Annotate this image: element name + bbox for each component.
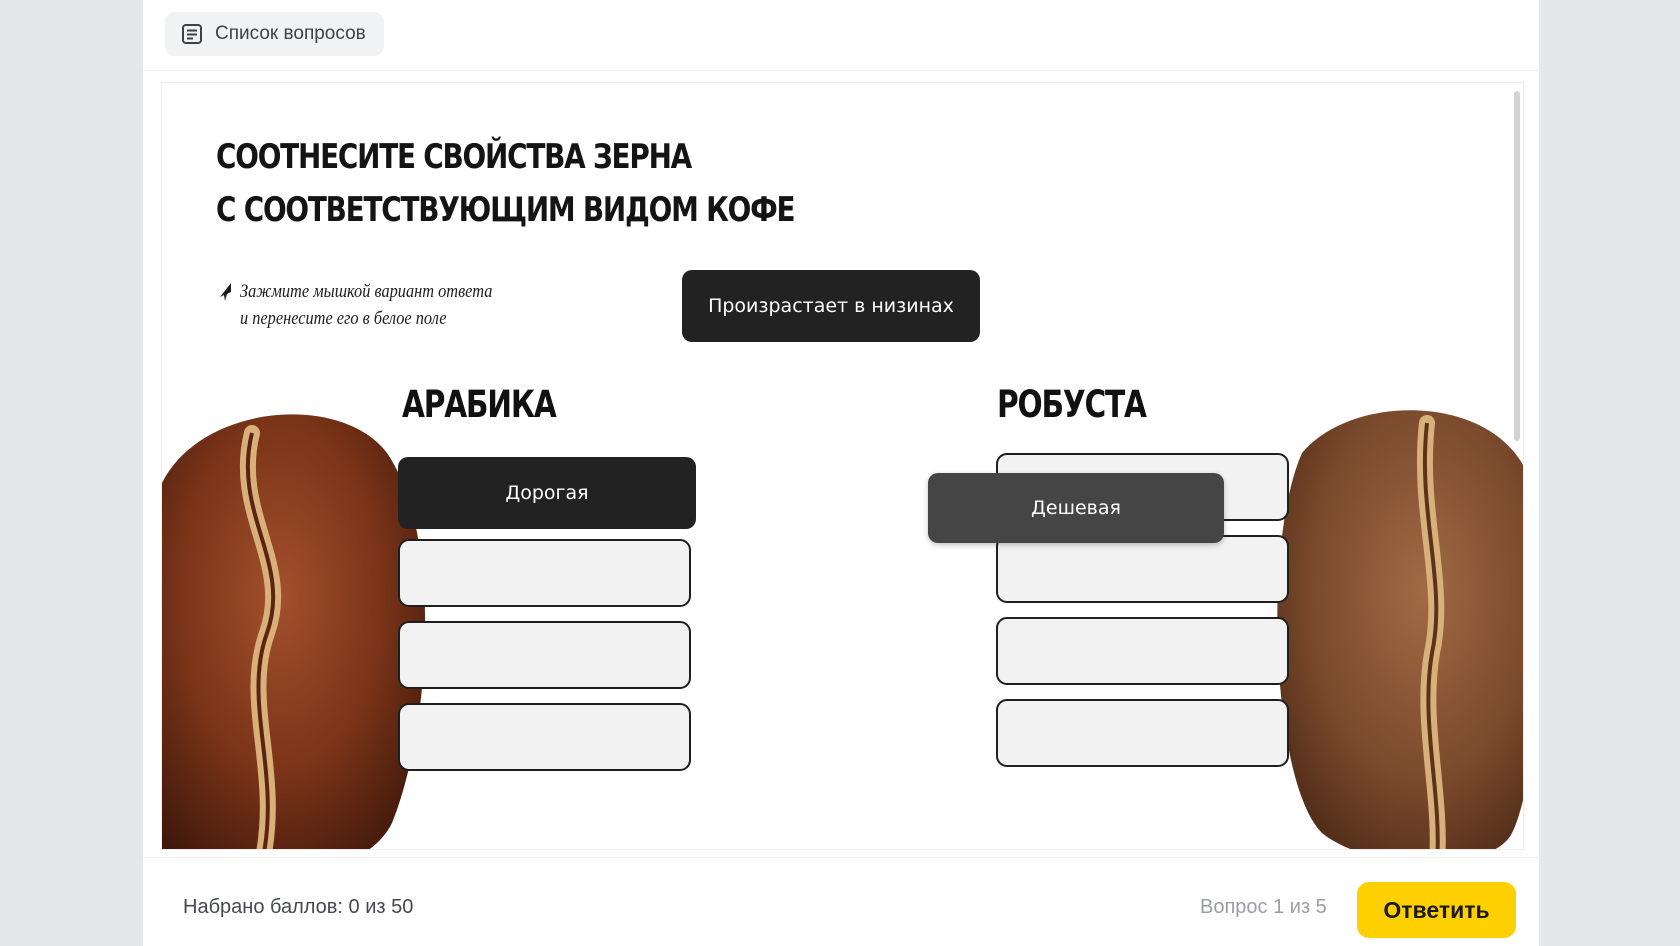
dragging-chip-cheap-label: Дешевая bbox=[1031, 497, 1121, 519]
task-title-line-1: Соотнесите свойства зерна bbox=[216, 137, 692, 177]
dragging-chip-cheap[interactable]: Дешевая bbox=[928, 473, 1224, 543]
stage-scrollbar[interactable] bbox=[1514, 91, 1520, 441]
drag-hint: Зажмите мышкой вариант ответа и перенеси… bbox=[218, 278, 570, 332]
bottom-bar: Набрано баллов: 0 из 50 Вопрос 1 из 5 От… bbox=[143, 857, 1539, 946]
app-window: Список вопросов СООТНЕСИТЕ СВОЙСТВА ЗЕРН… bbox=[143, 0, 1539, 946]
question-counter: Вопрос 1 из 5 bbox=[1200, 896, 1327, 918]
column-title-robusta: Робуста bbox=[997, 383, 1147, 426]
placed-chip-arabica-expensive-label: Дорогая bbox=[505, 482, 589, 504]
task-title-line-2: с соответствующим видом кофе bbox=[216, 190, 796, 230]
score-text: Набрано баллов: 0 из 50 bbox=[183, 896, 414, 918]
question-list-button[interactable]: Список вопросов bbox=[165, 12, 384, 56]
robusta-drop-slot-4[interactable] bbox=[996, 699, 1289, 767]
task-title: Соотнесите свойства зерна с соответствую… bbox=[216, 131, 796, 237]
arabica-drop-slot-1[interactable] bbox=[398, 539, 691, 607]
column-title-arabica: Арабика bbox=[402, 383, 557, 426]
list-document-icon bbox=[181, 23, 203, 45]
answer-button[interactable]: Ответить bbox=[1357, 882, 1516, 938]
question-stage: Соотнесите свойства зерна с соответствую… bbox=[161, 82, 1524, 850]
arabica-drop-slot-2[interactable] bbox=[398, 621, 691, 689]
placed-chip-arabica-expensive[interactable]: Дорогая bbox=[398, 457, 696, 529]
robusta-drop-slot-3[interactable] bbox=[996, 617, 1289, 685]
cursor-arrow-icon bbox=[218, 282, 232, 307]
answer-chip-lowlands[interactable]: Произрастает в низинах bbox=[682, 270, 980, 342]
robusta-drop-slot-2[interactable] bbox=[996, 535, 1289, 603]
top-bar: Список вопросов bbox=[143, 0, 1539, 71]
drag-hint-text: Зажмите мышкой вариант ответа и перенеси… bbox=[240, 281, 493, 329]
question-list-label: Список вопросов bbox=[215, 23, 366, 44]
arabica-drop-slot-3[interactable] bbox=[398, 703, 691, 771]
answer-chip-lowlands-label: Произрастает в низинах bbox=[708, 295, 954, 317]
